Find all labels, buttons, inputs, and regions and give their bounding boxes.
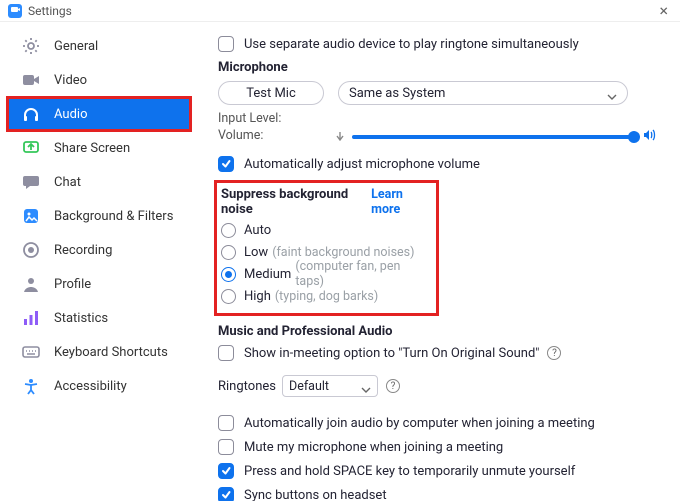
- space-unmute-label: Press and hold SPACE key to temporarily …: [244, 464, 575, 479]
- sidebar-item-label: Video: [54, 73, 87, 88]
- sidebar-item-label: General: [54, 39, 98, 54]
- sidebar-item-background-filters[interactable]: Background & Filters: [8, 200, 190, 232]
- sidebar-item-keyboard-shortcuts[interactable]: Keyboard Shortcuts: [8, 336, 190, 368]
- original-sound-checkbox[interactable]: [218, 345, 234, 361]
- help-icon[interactable]: ?: [547, 346, 561, 360]
- help-icon[interactable]: ?: [386, 379, 400, 393]
- main-panel: Use separate audio device to play ringto…: [198, 22, 680, 501]
- auto-adjust-label: Automatically adjust microphone volume: [244, 157, 480, 172]
- noise-option-label: Low: [244, 245, 268, 260]
- music-title: Music and Professional Audio: [218, 324, 656, 339]
- auto-join-label: Automatically join audio by computer whe…: [244, 416, 595, 431]
- microphone-title: Microphone: [218, 60, 656, 75]
- volume-slider[interactable]: [352, 135, 634, 139]
- keyboard-icon: [22, 343, 40, 361]
- sidebar-item-label: Recording: [54, 243, 112, 258]
- noise-option-hint: (faint background noises): [272, 245, 414, 260]
- sync-headset-checkbox[interactable]: [218, 487, 234, 501]
- noise-radio-low[interactable]: [221, 245, 236, 260]
- volume-label: Volume:: [218, 128, 336, 146]
- noise-option-label: Auto: [244, 223, 271, 238]
- sidebar-item-label: Chat: [54, 175, 81, 190]
- noise-suppression-group: Suppress background noise Learn more Aut…: [214, 180, 439, 316]
- share-icon: [22, 139, 40, 157]
- mute-icon: [336, 130, 346, 145]
- input-level-label: Input Level:: [218, 111, 336, 126]
- test-mic-button[interactable]: Test Mic: [218, 81, 324, 105]
- auto-adjust-checkbox[interactable]: [218, 156, 234, 172]
- original-sound-label: Show in-meeting option to "Turn On Origi…: [244, 346, 539, 361]
- sidebar-item-label: Statistics: [54, 311, 108, 326]
- record-icon: [22, 241, 40, 259]
- noise-option-hint: (typing, dog barks): [275, 289, 378, 304]
- window-title: Settings: [28, 4, 72, 18]
- noise-radio-medium[interactable]: [221, 267, 236, 282]
- sidebar-item-audio[interactable]: Audio: [8, 98, 190, 130]
- chevron-down-icon: [607, 90, 617, 105]
- sidebar-item-chat[interactable]: Chat: [8, 166, 190, 198]
- sidebar-item-label: Profile: [54, 277, 91, 292]
- sidebar: General Video Audio Share Screen Chat Backgro…: [0, 22, 198, 501]
- app-icon: [8, 4, 22, 18]
- noise-title: Suppress background noise: [221, 187, 365, 217]
- input-level-meter: [336, 111, 656, 126]
- noise-option-label: High: [244, 289, 271, 304]
- ringtones-value: Default: [289, 379, 329, 394]
- microphone-device-select[interactable]: Same as System: [338, 81, 628, 105]
- sidebar-item-label: Keyboard Shortcuts: [54, 345, 168, 360]
- profile-icon: [22, 275, 40, 293]
- sidebar-item-video[interactable]: Video: [8, 64, 190, 96]
- sidebar-item-profile[interactable]: Profile: [8, 268, 190, 300]
- sidebar-item-recording[interactable]: Recording: [8, 234, 190, 266]
- sync-headset-label: Sync buttons on headset: [244, 488, 387, 501]
- sidebar-item-label: Accessibility: [54, 379, 127, 394]
- chevron-down-icon: [361, 383, 371, 398]
- background-icon: [22, 207, 40, 225]
- separate-audio-label: Use separate audio device to play ringto…: [244, 37, 579, 52]
- close-button[interactable]: ×: [655, 3, 672, 19]
- gear-icon: [22, 37, 40, 55]
- mute-on-join-label: Mute my microphone when joining a meetin…: [244, 440, 503, 455]
- ringtones-label: Ringtones: [218, 379, 276, 394]
- headphones-icon: [22, 105, 40, 123]
- noise-option-label: Medium: [244, 267, 291, 282]
- sidebar-item-accessibility[interactable]: Accessibility: [8, 370, 190, 402]
- sidebar-item-statistics[interactable]: Statistics: [8, 302, 190, 334]
- sidebar-item-label: Share Screen: [54, 141, 130, 156]
- mute-on-join-checkbox[interactable]: [218, 439, 234, 455]
- ringtones-select[interactable]: Default: [282, 375, 378, 397]
- video-icon: [22, 71, 40, 89]
- sidebar-item-label: Audio: [54, 107, 87, 122]
- noise-radio-auto[interactable]: [221, 223, 236, 238]
- auto-join-checkbox[interactable]: [218, 415, 234, 431]
- separate-audio-checkbox[interactable]: [218, 36, 234, 52]
- chat-icon: [22, 173, 40, 191]
- stats-icon: [22, 309, 40, 327]
- space-unmute-checkbox[interactable]: [218, 463, 234, 479]
- sidebar-item-general[interactable]: General: [8, 30, 190, 62]
- learn-more-link[interactable]: Learn more: [371, 187, 428, 217]
- microphone-device-value: Same as System: [349, 86, 445, 101]
- speaker-icon: [642, 128, 656, 146]
- titlebar: Settings ×: [0, 0, 680, 22]
- noise-radio-high[interactable]: [221, 289, 236, 304]
- sidebar-item-label: Background & Filters: [54, 209, 173, 224]
- noise-option-hint: (computer fan, pen taps): [295, 259, 428, 289]
- accessibility-icon: [22, 377, 40, 395]
- sidebar-item-share-screen[interactable]: Share Screen: [8, 132, 190, 164]
- volume-thumb[interactable]: [628, 131, 640, 143]
